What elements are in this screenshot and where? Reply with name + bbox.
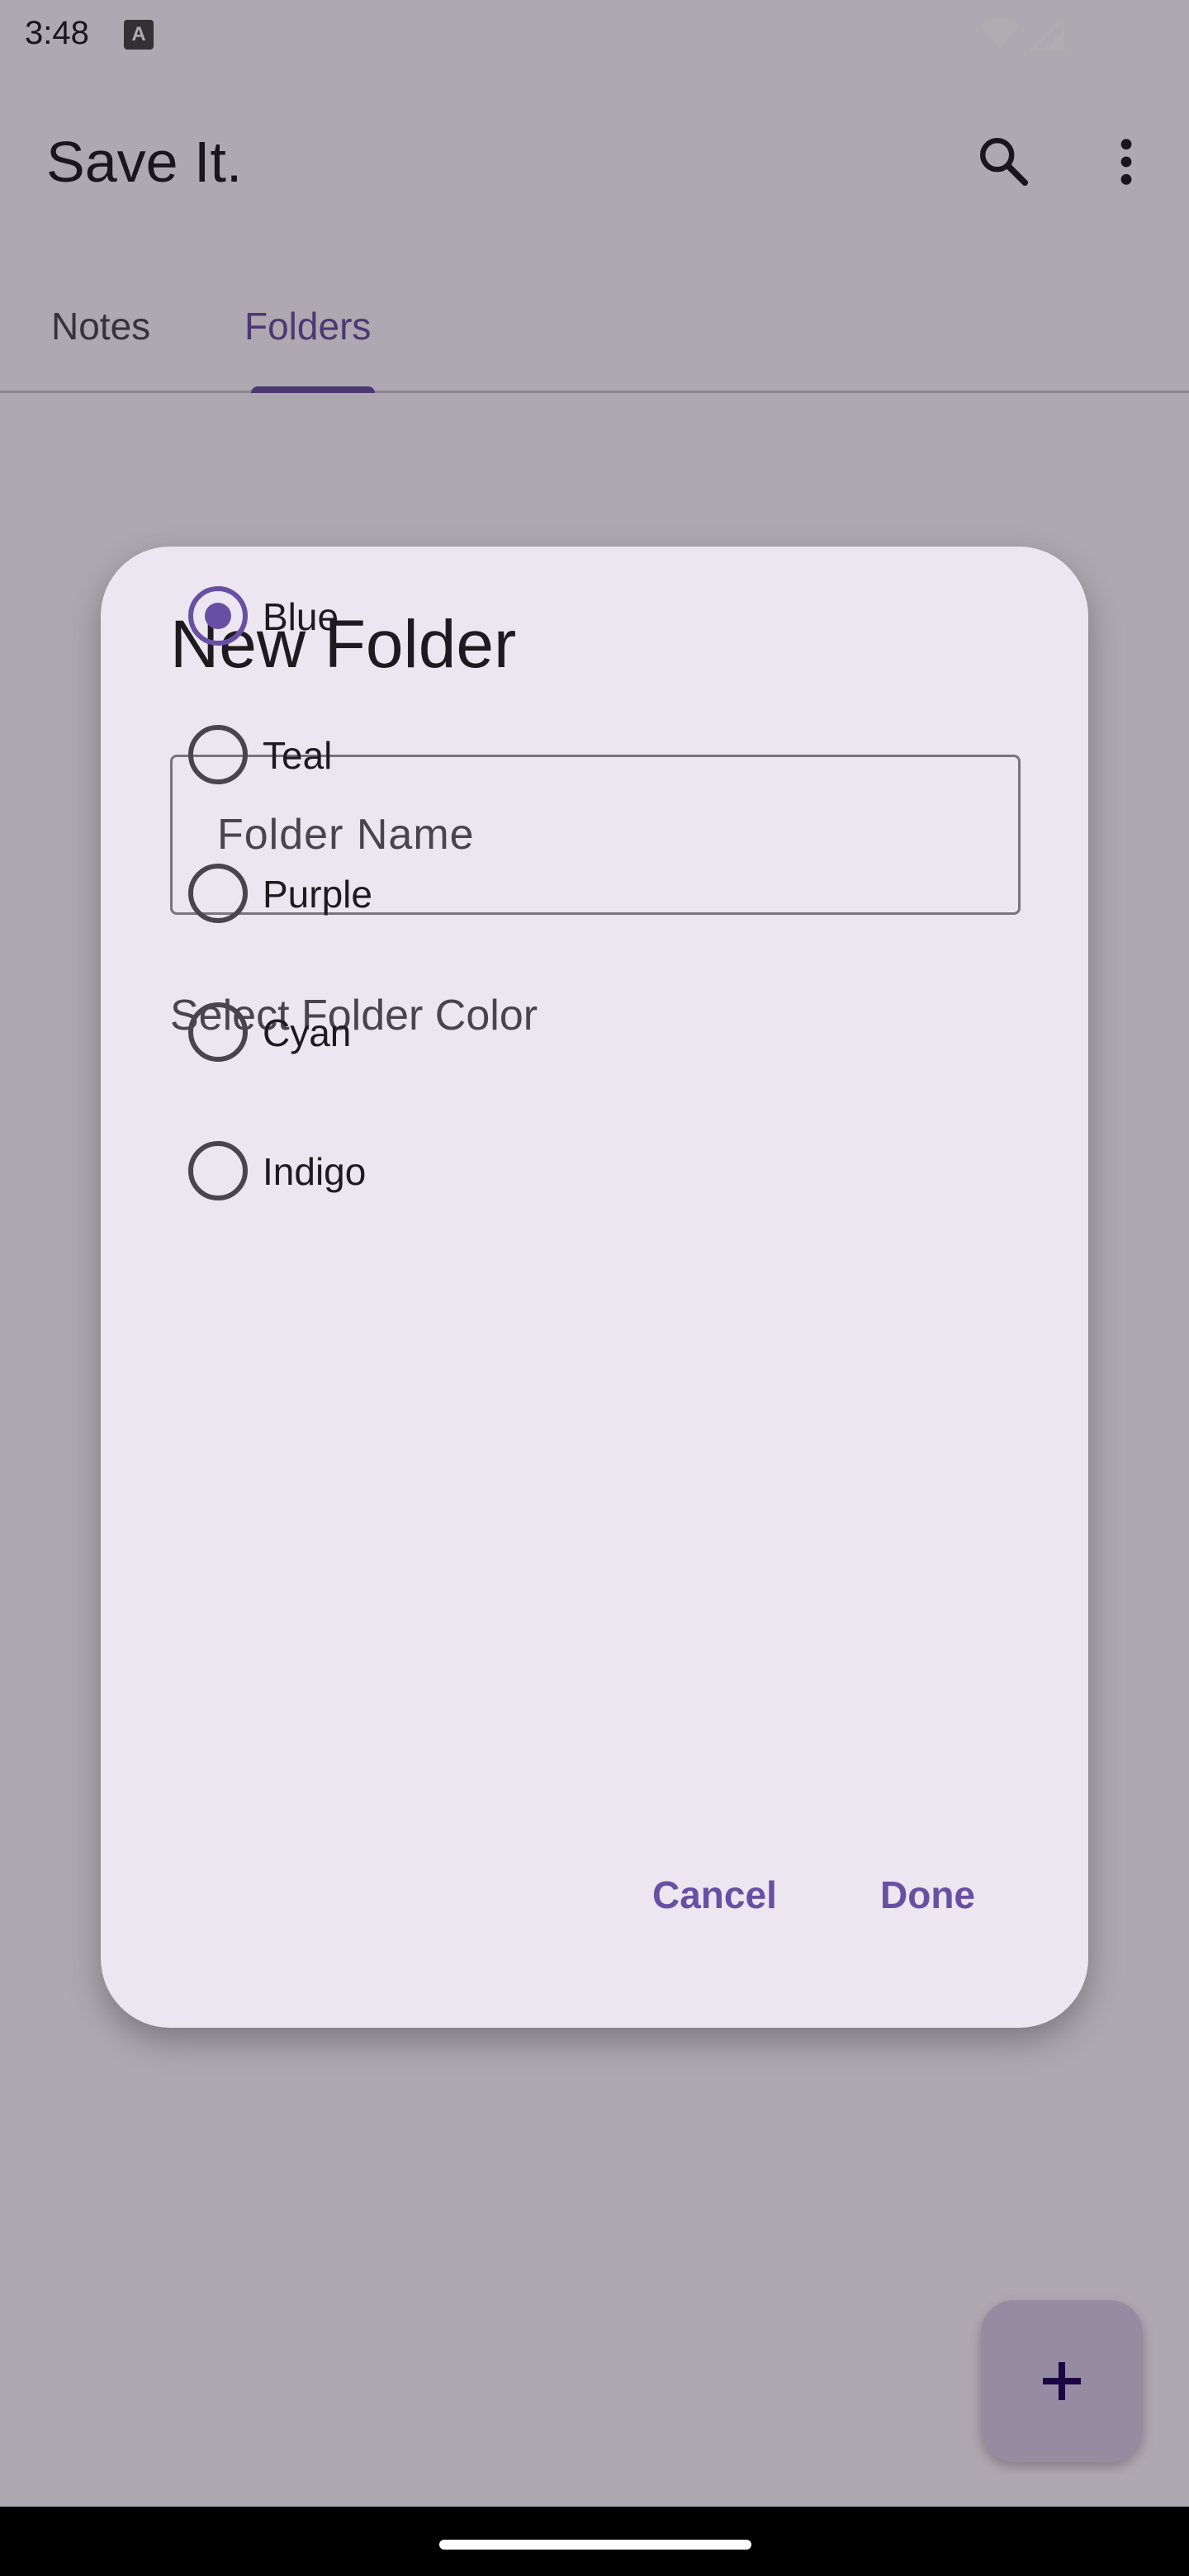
radio-button[interactable] — [188, 864, 248, 923]
radio-label: Cyan — [263, 1011, 352, 1054]
color-option-cyan[interactable]: Cyan — [180, 983, 675, 1082]
radio-label: Blue — [263, 595, 339, 638]
radio-button[interactable] — [188, 1141, 248, 1200]
radio-label: Purple — [263, 873, 372, 916]
color-option-indigo[interactable]: Indigo — [180, 1121, 675, 1220]
color-option-blue[interactable]: Blue — [180, 566, 675, 665]
radio-button[interactable] — [188, 586, 248, 646]
color-option-teal[interactable]: Teal — [180, 705, 675, 804]
navigation-bar — [0, 2507, 1189, 2576]
cancel-button[interactable]: Cancel — [652, 1873, 777, 1917]
radio-button[interactable] — [188, 1002, 248, 1062]
new-folder-dialog: New Folder Select Folder Color BlueTealP… — [101, 547, 1088, 2028]
radio-label: Indigo — [263, 1150, 367, 1193]
radio-button[interactable] — [188, 725, 248, 784]
color-option-purple[interactable]: Purple — [180, 844, 675, 943]
radio-label: Teal — [263, 734, 333, 777]
screen: 3:48 A Save It. Notes Folders New Folder… — [0, 0, 1189, 2576]
done-button[interactable]: Done — [880, 1873, 975, 1917]
home-handle[interactable] — [439, 2540, 751, 2550]
